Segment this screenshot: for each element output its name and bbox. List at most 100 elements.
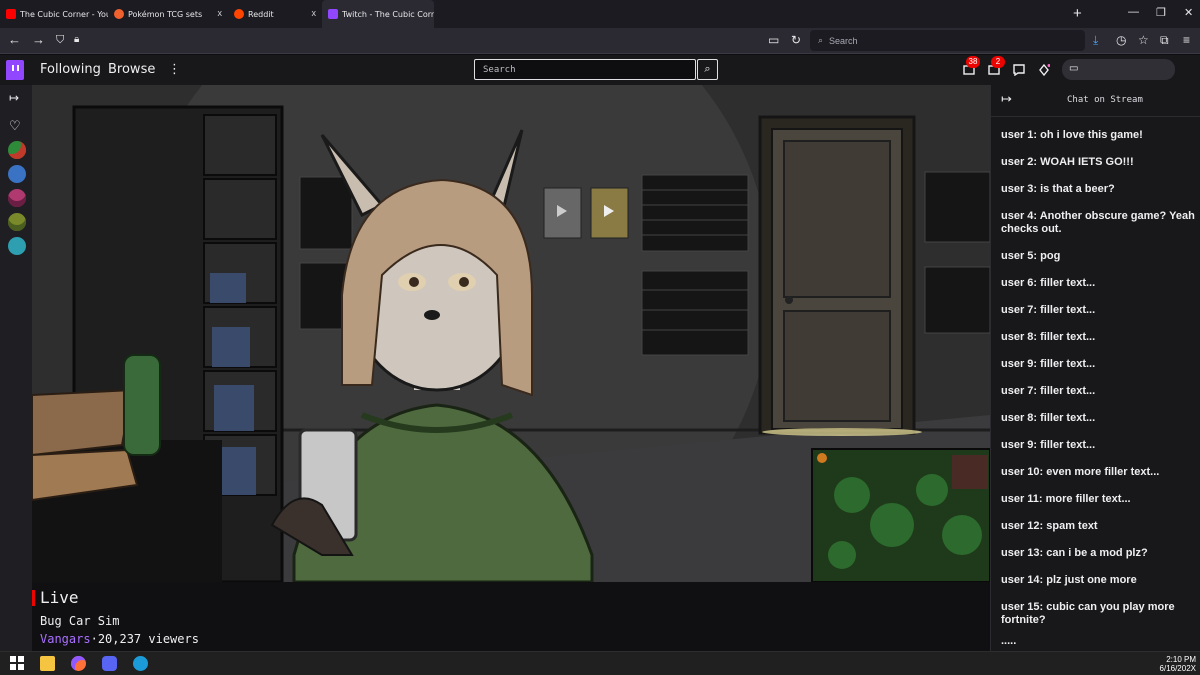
- extensions-icon[interactable]: ⧉: [1160, 33, 1169, 48]
- discord-icon[interactable]: [102, 656, 117, 671]
- lock-icon: 🔒︎: [74, 34, 80, 45]
- chat-message: user 10: even more filler text...: [1001, 466, 1160, 478]
- chat-message: user 12: spam text: [1001, 520, 1098, 532]
- get-bits-button[interactable]: ▭: [1062, 59, 1175, 80]
- chat-message: user 9: filler text...: [1001, 439, 1096, 451]
- tab-reddit[interactable]: Reddit x: [228, 0, 322, 28]
- system-clock[interactable]: 2:10 PM 6/16/202X: [1160, 655, 1196, 673]
- windows-taskbar: 2:10 PM 6/16/202X: [0, 651, 1200, 675]
- channel-avatar[interactable]: [8, 213, 26, 231]
- chat-message: user 7: filler text...: [1001, 304, 1096, 316]
- channel-avatar[interactable]: [8, 237, 26, 255]
- game-title-link[interactable]: Bug Car Sim: [40, 614, 119, 628]
- stream-scene-illustration: [32, 85, 990, 582]
- chat-message: user 8: filler text...: [1001, 412, 1096, 424]
- reader-view-icon[interactable]: ▭: [768, 33, 779, 47]
- chat-message: user 15: cubic can you play more fortnit…: [1001, 601, 1175, 626]
- search-button[interactable]: ⌕: [697, 59, 718, 80]
- url-placeholder: Search: [829, 35, 858, 46]
- magnifier-icon: ⌕: [704, 63, 711, 75]
- forward-arrow-icon[interactable]: →: [32, 32, 45, 48]
- heart-outline-icon[interactable]: ♡: [9, 118, 21, 134]
- chat-message: user 9: filler text...: [1001, 358, 1096, 370]
- menu-icon[interactable]: ≡: [1183, 33, 1190, 47]
- browser-nav-bar: ← → ⛉ 🔒︎ ▭ ↻ ⌕ Search ⤓ ◷ ☆ ⧉ ≡: [0, 28, 1200, 54]
- reddit-favicon-icon: [234, 9, 244, 19]
- ticket-icon: ▭: [1069, 63, 1079, 74]
- restore-window-icon[interactable]: ❐: [1156, 6, 1166, 19]
- file-explorer-icon[interactable]: [40, 656, 55, 671]
- whispers-count-badge: 2: [991, 56, 1005, 68]
- history-icon[interactable]: ◷: [1116, 33, 1126, 47]
- tab-label: The Cubic Corner - YouTube: [20, 9, 108, 19]
- browser-tab-bar: The Cubic Corner - YouTube Pokémon TCG s…: [0, 0, 1200, 28]
- new-tab-button[interactable]: +: [1073, 5, 1082, 22]
- chat-message: user 4: Another obscure game? Yeah check…: [1001, 210, 1195, 235]
- tab-pokemon[interactable]: Pokémon TCG sets x: [108, 0, 228, 28]
- tab-twitch[interactable]: Twitch - The Cubic Corner: [322, 0, 434, 28]
- steam-icon[interactable]: [133, 656, 148, 671]
- whispers-icon[interactable]: 2: [988, 56, 1005, 75]
- tab-youtube[interactable]: The Cubic Corner - YouTube: [0, 0, 108, 28]
- download-icon[interactable]: ⤓: [1093, 33, 1098, 48]
- channel-avatar[interactable]: [8, 189, 26, 207]
- chat-header: ↦ Chat on Stream: [991, 85, 1200, 117]
- chat-bubble-icon[interactable]: [1013, 63, 1025, 77]
- twitch-favicon-icon: [328, 9, 338, 19]
- bits-gem-icon[interactable]: [1038, 63, 1051, 77]
- twitch-logo-icon[interactable]: [6, 60, 24, 80]
- chat-message: user 14: plz just one more: [1001, 574, 1137, 586]
- streamer-line: Vangars·20,237 viewers: [40, 632, 199, 646]
- shield-icon[interactable]: ⛉: [56, 32, 64, 48]
- chat-message: user 6: filler text...: [1001, 277, 1096, 289]
- tab-label: Reddit: [248, 9, 274, 19]
- chat-messages: user 1: oh i love this game! user 2: WOA…: [1001, 129, 1197, 662]
- close-window-icon[interactable]: ✕: [1184, 6, 1193, 19]
- youtube-favicon-icon: [6, 9, 16, 19]
- channel-avatar[interactable]: [8, 165, 26, 183]
- reload-icon[interactable]: ↻: [791, 33, 801, 47]
- clock-date: 6/16/202X: [1159, 664, 1196, 673]
- channel-avatar[interactable]: [8, 141, 26, 159]
- expand-sidebar-icon[interactable]: ↦: [9, 91, 19, 105]
- viewer-count: 20,237 viewers: [97, 632, 199, 646]
- live-indicator: [32, 590, 35, 606]
- close-tab-icon[interactable]: x: [218, 8, 223, 18]
- pokeball-favicon-icon: [114, 9, 124, 19]
- minimize-window-icon[interactable]: —: [1128, 6, 1139, 18]
- clock-time: 2:10 PM: [1166, 655, 1196, 664]
- stream-video-player[interactable]: [32, 85, 990, 582]
- twitch-top-nav: Following Browse ⋮ Search ⌕ 38 2 ▭: [0, 55, 1200, 85]
- browse-link[interactable]: Browse: [108, 62, 155, 77]
- chat-message: user 5: pog: [1001, 250, 1061, 262]
- firefox-icon[interactable]: [71, 656, 86, 671]
- chat-message: user 3: is that a beer?: [1001, 183, 1115, 195]
- live-label: Live: [40, 588, 79, 607]
- bookmark-star-icon[interactable]: ☆: [1138, 33, 1149, 47]
- close-tab-icon[interactable]: x: [312, 8, 317, 18]
- more-menu-icon[interactable]: ⋮: [168, 62, 181, 77]
- search-icon: ⌕: [818, 35, 824, 45]
- windows-start-icon[interactable]: [10, 656, 25, 671]
- following-link[interactable]: Following: [40, 62, 101, 77]
- chat-message: user 8: filler text...: [1001, 331, 1096, 343]
- tab-label: Pokémon TCG sets: [128, 9, 203, 19]
- url-bar[interactable]: ⌕ Search: [810, 30, 1085, 51]
- chat-message: user 2: WOAH IETS GO!!!: [1001, 156, 1134, 168]
- search-input[interactable]: Search: [474, 59, 696, 80]
- followed-channels-sidebar: ↦ ♡: [0, 85, 32, 651]
- back-arrow-icon[interactable]: ←: [8, 32, 21, 48]
- chat-message: user 13: can i be a mod plz?: [1001, 547, 1148, 559]
- chat-message: user 7: filler text...: [1001, 385, 1096, 397]
- chat-title: Chat on Stream: [1067, 95, 1143, 105]
- chat-ellipsis: .....: [1001, 635, 1017, 647]
- tab-label: Twitch - The Cubic Corner: [342, 9, 434, 19]
- chat-message: user 11: more filler text...: [1001, 493, 1131, 505]
- stream-chat-panel: ↦ Chat on Stream user 1: oh i love this …: [990, 85, 1200, 651]
- streamer-name-link[interactable]: Vangars: [40, 632, 91, 646]
- collapse-chat-icon[interactable]: ↦: [1001, 91, 1012, 107]
- chat-message: user 1: oh i love this game!: [1001, 129, 1143, 141]
- stream-info-panel: Live Bug Car Sim Vangars·20,237 viewers: [32, 582, 990, 651]
- inbox-icon[interactable]: 38: [963, 56, 980, 75]
- inbox-count-badge: 38: [966, 56, 980, 68]
